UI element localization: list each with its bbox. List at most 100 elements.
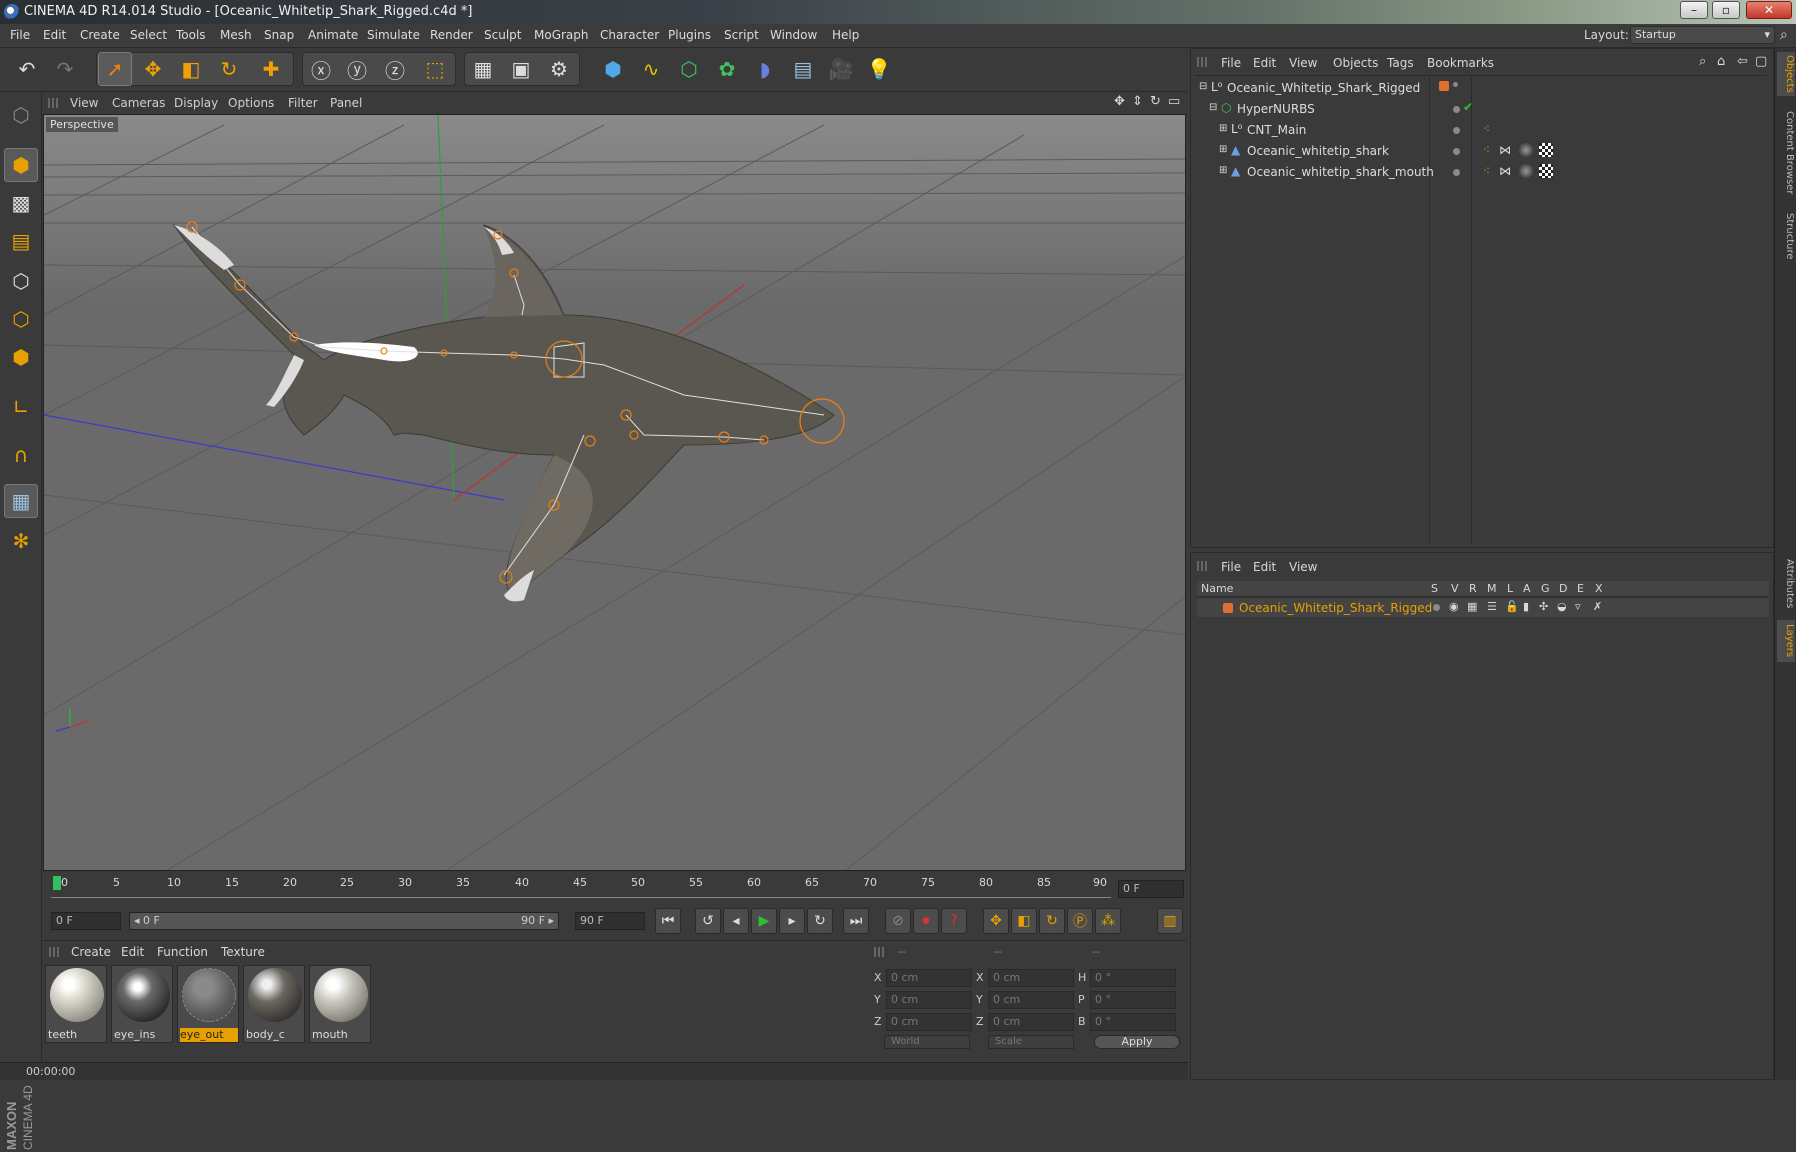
- material-menu-function[interactable]: Function: [157, 945, 208, 959]
- floor-icon[interactable]: ▤: [786, 52, 820, 86]
- generator-icon[interactable]: ✣: [1539, 600, 1548, 613]
- texture-mode-icon[interactable]: ▩: [4, 186, 38, 220]
- xref-icon[interactable]: ✗: [1593, 600, 1602, 613]
- layer-menu-edit[interactable]: Edit: [1253, 560, 1276, 574]
- go-to-start-icon[interactable]: ⏮: [655, 908, 681, 934]
- viewport-menu-cameras[interactable]: Cameras: [112, 96, 165, 110]
- nurbs-icon[interactable]: ⬡: [672, 52, 706, 86]
- deformer-icon[interactable]: ◗: [748, 52, 782, 86]
- object-menu-edit[interactable]: Edit: [1253, 56, 1276, 70]
- material-menu-edit[interactable]: Edit: [121, 945, 144, 959]
- menu-mesh[interactable]: Mesh: [220, 28, 252, 42]
- edges-mode-icon[interactable]: ⬡: [4, 302, 38, 336]
- x-axis-lock-icon[interactable]: ⓧ: [304, 52, 338, 86]
- expand-icon[interactable]: ⊞: [1219, 165, 1227, 176]
- column-locked[interactable]: L: [1507, 582, 1513, 595]
- render-picture-viewer-icon[interactable]: ▣: [504, 52, 538, 86]
- coordinate-system-icon[interactable]: ⬚: [418, 52, 452, 86]
- close-button[interactable]: ✕: [1746, 1, 1792, 19]
- range-slider[interactable]: ◂ 0 F 90 F ▸: [129, 912, 559, 930]
- visibility-dot[interactable]: [1453, 127, 1460, 134]
- move-icon[interactable]: ✥: [136, 52, 170, 86]
- select-arrow-icon[interactable]: ➚: [98, 52, 132, 86]
- cube-primitive-icon[interactable]: ⬢: [596, 52, 630, 86]
- column-expressions[interactable]: E: [1577, 582, 1584, 595]
- render-icon[interactable]: ▦: [1467, 600, 1477, 613]
- skin-tag-icon[interactable]: ⋈: [1499, 143, 1511, 157]
- axis-mode-icon[interactable]: ∟: [4, 390, 38, 424]
- prev-frame-icon[interactable]: ◂: [723, 908, 749, 934]
- menu-render[interactable]: Render: [430, 28, 473, 42]
- material-menu-create[interactable]: Create: [71, 945, 111, 959]
- uvw-tag-icon[interactable]: [1539, 164, 1553, 178]
- menu-tools[interactable]: Tools: [176, 28, 206, 42]
- column-manager[interactable]: M: [1487, 582, 1497, 595]
- tab-content-browser[interactable]: Content Browser: [1777, 108, 1795, 198]
- panel-grip-icon[interactable]: [1197, 561, 1207, 571]
- menu-select[interactable]: Select: [130, 28, 167, 42]
- redo-icon[interactable]: ↷: [48, 52, 82, 86]
- search-icon[interactable]: ⌕: [1780, 27, 1788, 43]
- play-icon[interactable]: ▶: [751, 908, 777, 934]
- object-menu-objects[interactable]: Objects: [1333, 56, 1378, 70]
- viewport-menu-panel[interactable]: Panel: [330, 96, 362, 110]
- workplane-mode-icon[interactable]: ▤: [4, 224, 38, 258]
- current-frame-field[interactable]: 0 F: [1118, 880, 1184, 898]
- size-z-field[interactable]: 0 cm: [988, 1013, 1074, 1031]
- deformer-icon[interactable]: ◒: [1557, 600, 1567, 613]
- object-row[interactable]: ⊞ ▲ Oceanic_whitetip_shark ⁖ ⋈: [1195, 141, 1773, 162]
- ik-tag-icon[interactable]: ⁖: [1483, 122, 1490, 136]
- polygons-mode-icon[interactable]: ⬢: [4, 340, 38, 374]
- column-generators[interactable]: G: [1541, 582, 1550, 595]
- keyframe-selection-icon[interactable]: ?: [941, 908, 967, 934]
- size-y-field[interactable]: 0 cm: [988, 991, 1074, 1009]
- tab-objects[interactable]: Objects: [1777, 52, 1795, 96]
- key-position-icon[interactable]: ✥: [983, 908, 1009, 934]
- camera-icon[interactable]: 🎥: [824, 52, 858, 86]
- timeline-window-icon[interactable]: ▥: [1157, 908, 1183, 934]
- tab-attributes[interactable]: Attributes: [1777, 554, 1795, 614]
- visibility-dot[interactable]: [1453, 106, 1460, 113]
- lock-icon[interactable]: 🔓: [1505, 600, 1519, 613]
- shark-model[interactable]: [172, 224, 835, 602]
- next-key-icon[interactable]: ↻: [807, 908, 833, 934]
- search-icon[interactable]: ⌕: [1699, 54, 1706, 69]
- render-settings-icon[interactable]: ⚙: [542, 52, 576, 86]
- spline-icon[interactable]: ∿: [634, 52, 668, 86]
- manager-icon[interactable]: ☰: [1487, 600, 1497, 613]
- viewport-menu-display[interactable]: Display: [174, 96, 218, 110]
- material-swatch-mouth[interactable]: mouth: [309, 965, 371, 1043]
- material-swatch-eye-ins[interactable]: eye_ins: [111, 965, 173, 1043]
- timeline-ruler[interactable]: 0 5 10 15 20 25 30 35 40 45 50 55 60 65 …: [43, 872, 1186, 904]
- object-menu-tags[interactable]: Tags: [1387, 56, 1414, 70]
- render-view-icon[interactable]: ▦: [466, 52, 500, 86]
- locked-workplane-icon[interactable]: ✻: [4, 524, 38, 558]
- column-deformers[interactable]: D: [1559, 582, 1567, 595]
- key-scale-icon[interactable]: ◧: [1011, 908, 1037, 934]
- move-view-icon[interactable]: ✥: [1114, 94, 1125, 109]
- menu-animate[interactable]: Animate: [308, 28, 358, 42]
- record-keys-icon[interactable]: ⊘: [885, 908, 911, 934]
- z-axis-lock-icon[interactable]: ⓩ: [378, 52, 412, 86]
- collapse-icon[interactable]: ⊟: [1209, 102, 1217, 113]
- minimize-button[interactable]: –: [1680, 1, 1708, 19]
- rotation-p-field[interactable]: 0 °: [1090, 991, 1176, 1009]
- animation-icon[interactable]: ▮: [1523, 600, 1529, 613]
- material-swatch-body-c[interactable]: body_c: [243, 965, 305, 1043]
- maximize-view-icon[interactable]: ▭: [1168, 94, 1180, 109]
- key-parameter-icon[interactable]: Ⓟ: [1067, 908, 1093, 934]
- y-axis-lock-icon[interactable]: ⓨ: [340, 52, 374, 86]
- tab-layers[interactable]: Layers: [1777, 620, 1795, 662]
- visibility-dot[interactable]: [1453, 169, 1460, 176]
- object-row[interactable]: ⊟ L⁰ Oceanic_Whitetip_Shark_Rigged: [1195, 78, 1773, 99]
- layer-color-chip[interactable]: [1223, 603, 1233, 613]
- position-x-field[interactable]: 0 cm: [886, 969, 972, 987]
- model-mode-icon[interactable]: ⬢: [4, 148, 38, 182]
- menu-mograph[interactable]: MoGraph: [534, 28, 589, 42]
- weight-tag-icon[interactable]: ⁖: [1483, 143, 1490, 157]
- viewport-menu-options[interactable]: Options: [228, 96, 274, 110]
- object-menu-file[interactable]: File: [1221, 56, 1241, 70]
- weight-tag-icon[interactable]: ⁖: [1483, 164, 1490, 178]
- autokey-icon[interactable]: ⏺: [913, 908, 939, 934]
- rotation-h-field[interactable]: 0 °: [1090, 969, 1176, 987]
